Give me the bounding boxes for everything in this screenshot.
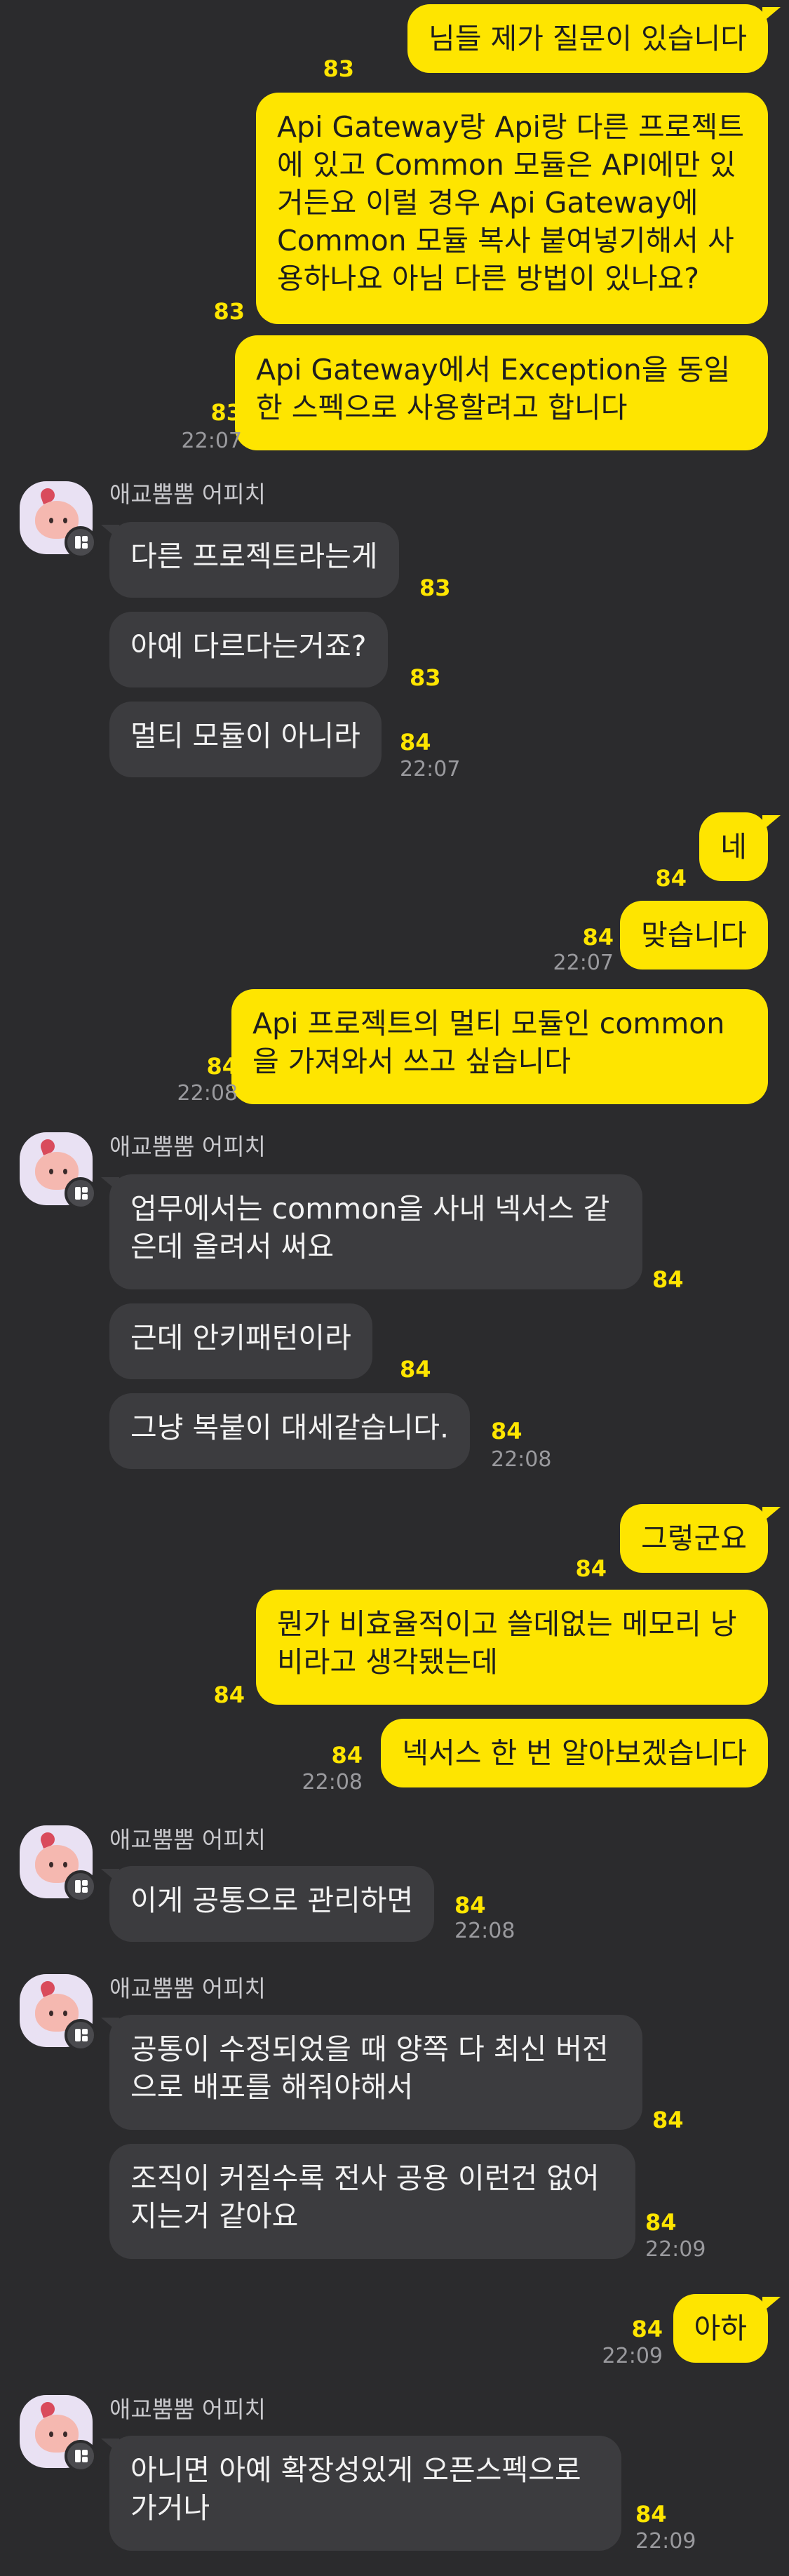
eye-icon bbox=[49, 1169, 53, 1174]
eye-icon bbox=[63, 2011, 67, 2016]
message-bubble-other[interactable]: 아니면 아예 확장성있게 오픈스펙으로 가거나 bbox=[109, 2436, 621, 2551]
timestamp: 22:08 bbox=[302, 1770, 363, 1795]
unread-count: 83 bbox=[210, 399, 242, 426]
admin-badge-icon bbox=[65, 2440, 97, 2472]
message-bubble-other[interactable]: 아예 다르다는거죠? bbox=[109, 612, 388, 687]
message-bubble-other[interactable]: 업무에서는 common을 사내 넥서스 같 은데 올려서 써요 bbox=[109, 1174, 642, 1289]
sender-name[interactable]: 애교뿜뿜 어피치 bbox=[109, 1975, 266, 2002]
eye-icon bbox=[49, 2431, 53, 2437]
profile-avatar[interactable] bbox=[20, 1132, 97, 1209]
message-bubble-mine[interactable]: 님들 제가 질문이 있습니다 bbox=[407, 4, 768, 73]
unread-count: 84 bbox=[582, 924, 614, 951]
message-bubble-mine[interactable]: 넥서스 한 번 알아보겠습니다 bbox=[381, 1719, 768, 1787]
eye-icon bbox=[49, 1862, 53, 1867]
timestamp: 22:09 bbox=[645, 2237, 706, 2262]
timestamp: 22:08 bbox=[177, 1081, 238, 1106]
message-bubble-other[interactable]: 조직이 커질수록 전사 공용 이런건 없어 지는거 같아요 bbox=[109, 2144, 635, 2259]
unread-count: 84 bbox=[400, 1356, 431, 1383]
unread-count: 83 bbox=[419, 575, 451, 601]
bubble-tail bbox=[762, 1507, 781, 1522]
bubble-tail bbox=[762, 815, 781, 831]
message-bubble-mine[interactable]: Api Gateway에서 Exception을 동일 한 스펙으로 사용할려고… bbox=[235, 335, 768, 450]
eye-icon bbox=[63, 1169, 67, 1174]
unread-count: 83 bbox=[410, 664, 441, 691]
message-bubble-mine[interactable]: Api Gateway랑 Api랑 다른 프로젝트 에 있고 Common 모듈… bbox=[256, 93, 768, 324]
eye-icon bbox=[63, 2431, 67, 2437]
profile-avatar[interactable] bbox=[20, 1974, 97, 2051]
eye-icon bbox=[49, 2011, 53, 2016]
admin-badge-icon bbox=[65, 2019, 97, 2051]
unread-count: 84 bbox=[213, 1682, 245, 1708]
profile-avatar[interactable] bbox=[20, 1825, 97, 1903]
eye-icon bbox=[63, 1862, 67, 1867]
message-bubble-other[interactable]: 다른 프로젝트라는게 bbox=[109, 522, 399, 598]
message-bubble-other[interactable]: 이게 공통으로 관리하면 bbox=[109, 1866, 435, 1942]
timestamp: 22:07 bbox=[553, 951, 614, 975]
bubble-tail bbox=[762, 2297, 781, 2312]
message-bubble-other[interactable]: 멀티 모듈이 아니라 bbox=[109, 702, 382, 777]
timestamp: 22:09 bbox=[635, 2529, 696, 2554]
unread-count: 83 bbox=[213, 298, 245, 325]
unread-count: 84 bbox=[454, 1892, 486, 1919]
message-bubble-mine[interactable]: 맞습니다 bbox=[620, 901, 768, 970]
eye-icon bbox=[63, 518, 67, 523]
timestamp: 22:09 bbox=[602, 2344, 663, 2368]
unread-count: 84 bbox=[652, 1266, 684, 1293]
profile-avatar[interactable] bbox=[20, 481, 97, 558]
unread-count: 84 bbox=[645, 2209, 677, 2236]
unread-count: 84 bbox=[491, 1418, 522, 1444]
admin-badge-icon bbox=[65, 526, 97, 558]
message-bubble-mine[interactable]: 뭔가 비효율적이고 쓸데없는 메모리 낭 비라고 생각됐는데 bbox=[256, 1590, 768, 1705]
sender-name[interactable]: 애교뿜뿜 어피치 bbox=[109, 1134, 266, 1160]
unread-count: 84 bbox=[655, 865, 687, 892]
bubble-tail bbox=[762, 7, 781, 22]
admin-badge-icon bbox=[65, 1870, 97, 1903]
sender-name[interactable]: 애교뿜뿜 어피치 bbox=[109, 481, 266, 508]
admin-badge-icon bbox=[65, 1177, 97, 1209]
unread-count: 83 bbox=[323, 55, 354, 82]
unread-count: 84 bbox=[331, 1742, 363, 1769]
message-bubble-other[interactable]: 근데 안키패턴이라 bbox=[109, 1303, 372, 1379]
message-bubble-mine[interactable]: 네 bbox=[699, 812, 768, 881]
unread-count: 84 bbox=[400, 729, 431, 756]
message-bubble-mine[interactable]: 아하 bbox=[673, 2294, 768, 2363]
unread-count: 84 bbox=[635, 2501, 667, 2528]
eye-icon bbox=[49, 518, 53, 523]
profile-avatar[interactable] bbox=[20, 2395, 97, 2472]
message-bubble-other[interactable]: 공통이 수정되었을 때 양쪽 다 최신 버전 으로 배포를 해줘야해서 bbox=[109, 2015, 642, 2130]
unread-count: 84 bbox=[575, 1555, 607, 1582]
timestamp: 22:07 bbox=[181, 429, 242, 453]
message-bubble-mine[interactable]: 그렇군요 bbox=[620, 1504, 768, 1573]
message-bubble-other[interactable]: 그냥 복붙이 대세같습니다. bbox=[109, 1393, 471, 1469]
unread-count: 84 bbox=[652, 2107, 684, 2133]
unread-count: 84 bbox=[631, 2316, 663, 2342]
timestamp: 22:08 bbox=[491, 1447, 552, 1472]
unread-count: 84 bbox=[206, 1053, 238, 1080]
timestamp: 22:07 bbox=[400, 757, 461, 781]
sender-name[interactable]: 애교뿜뿜 어피치 bbox=[109, 1827, 266, 1853]
message-bubble-mine[interactable]: Api 프로젝트의 멀티 모듈인 common 을 가져와서 쓰고 싶습니다 bbox=[231, 989, 768, 1104]
sender-name[interactable]: 애교뿜뿜 어피치 bbox=[109, 2396, 266, 2423]
timestamp: 22:08 bbox=[454, 1919, 515, 1943]
